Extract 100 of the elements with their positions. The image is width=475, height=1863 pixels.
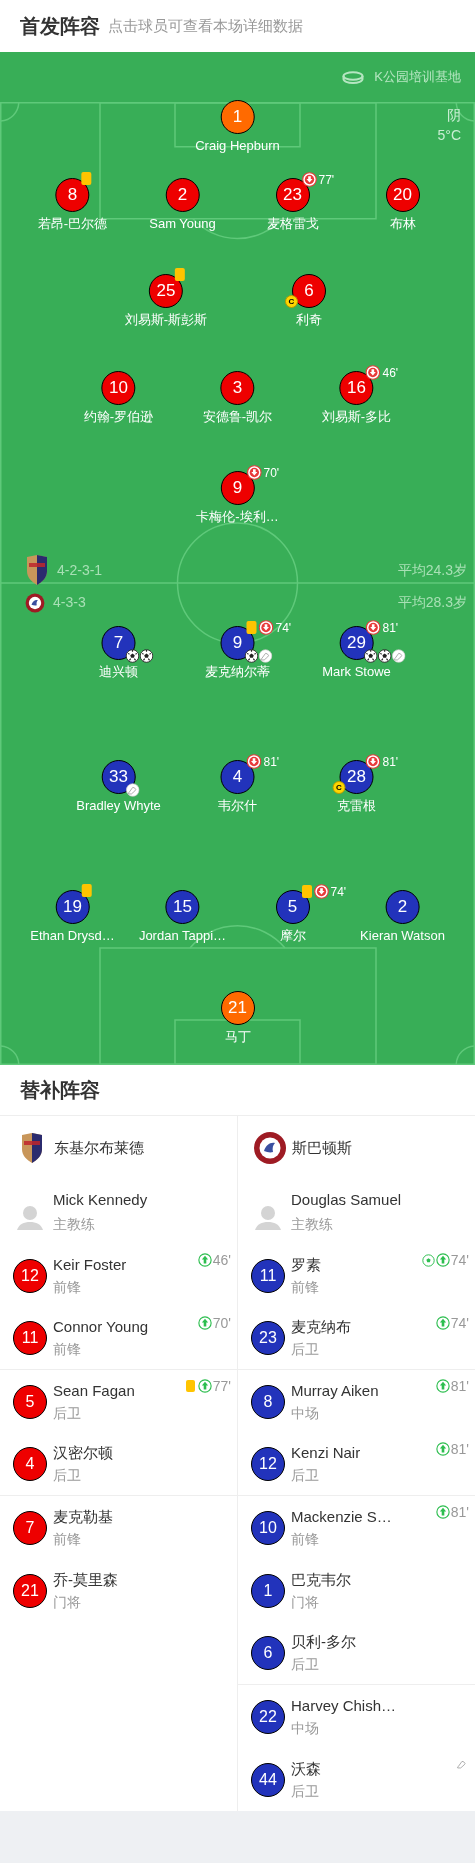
crest-icon xyxy=(253,1131,287,1165)
player-name[interactable]: Kenzi Nair xyxy=(291,1443,361,1463)
captain-badge: C xyxy=(285,295,298,308)
player-name[interactable]: Sean Fagan xyxy=(53,1380,135,1401)
player-name[interactable]: 约翰-罗伯逊 xyxy=(83,409,154,425)
player-position: 后卫 xyxy=(291,1466,320,1485)
player-name[interactable]: 利奇 xyxy=(296,312,322,328)
player-name[interactable]: Mark Stowe xyxy=(322,664,391,680)
player-name[interactable]: 若昂-巴尔德 xyxy=(37,216,108,232)
substitution-in-icon xyxy=(435,1379,450,1393)
player-number[interactable]: 44 xyxy=(251,1762,285,1797)
substitution-minute: 81' xyxy=(450,1505,469,1519)
substitution-minute: 77' xyxy=(212,1379,231,1393)
player-number[interactable]: 1 xyxy=(220,100,255,134)
player-number[interactable]: 7 xyxy=(13,1510,47,1545)
player-position: 门将 xyxy=(53,1592,82,1612)
player-name[interactable]: Ethan Drysd… xyxy=(30,928,115,944)
substitution-out-icon xyxy=(365,365,381,380)
player-number[interactable]: 7 xyxy=(101,626,136,660)
player-number[interactable]: 6 xyxy=(251,1636,285,1670)
player-name[interactable]: Keir Foster xyxy=(53,1254,127,1275)
player-name[interactable]: 安德鲁-凯尔 xyxy=(202,409,273,425)
player-number[interactable]: 5 xyxy=(275,890,310,924)
crest-icon xyxy=(25,592,45,613)
player-name[interactable]: Mackenzie S… xyxy=(291,1506,392,1527)
substitution-minute: 81' xyxy=(382,621,399,634)
player-number[interactable]: 16 xyxy=(339,371,374,405)
player-name[interactable]: 迪兴顿 xyxy=(99,664,138,680)
player-name[interactable]: 刘易斯-斯彭斯 xyxy=(124,312,208,328)
player-number[interactable]: 21 xyxy=(13,1573,47,1608)
player-number[interactable]: 3 xyxy=(220,371,255,405)
player-name[interactable]: Kieran Watson xyxy=(360,928,445,944)
player-number[interactable]: 23 xyxy=(251,1321,285,1355)
substitution-out-icon xyxy=(246,754,262,769)
section-title: 首发阵容 xyxy=(20,14,100,39)
coach-role: 主教练 xyxy=(53,1215,96,1234)
player-number[interactable]: 23 xyxy=(275,178,310,212)
substitution-in-icon xyxy=(435,1505,450,1519)
player-number[interactable]: 5 xyxy=(13,1384,47,1419)
coach-name[interactable]: Mick Kennedy xyxy=(53,1190,148,1210)
player-position: 后卫 xyxy=(291,1781,320,1801)
player-position: 中场 xyxy=(291,1718,320,1738)
player-name[interactable]: 卡梅伦-埃利… xyxy=(196,509,279,525)
player-number[interactable]: 2 xyxy=(385,890,420,924)
player-name[interactable]: 巴克韦尔 xyxy=(291,1569,351,1590)
player-number[interactable]: 25 xyxy=(149,274,183,308)
player-number[interactable]: 12 xyxy=(251,1447,285,1481)
player-name[interactable]: 克雷根 xyxy=(337,798,376,814)
boot-icon xyxy=(125,783,140,797)
player-name[interactable]: 贝利-多尔 xyxy=(291,1632,356,1652)
player-number[interactable]: 4 xyxy=(13,1447,47,1481)
boot-icon xyxy=(258,649,273,663)
section-title: 替补阵容 xyxy=(20,1078,100,1103)
substitution-in-icon xyxy=(435,1442,450,1456)
player-name[interactable]: 乔-莫里森 xyxy=(53,1569,118,1590)
player-number[interactable]: 1 xyxy=(251,1573,285,1608)
player-name[interactable]: 麦克纳布 xyxy=(291,1317,351,1337)
coach-name[interactable]: Douglas Samuel xyxy=(291,1190,402,1210)
player-number[interactable]: 12 xyxy=(13,1258,47,1293)
player-name[interactable]: 马丁 xyxy=(224,1029,251,1045)
player-number[interactable]: 9 xyxy=(220,471,255,505)
player-name[interactable]: 汉密尔顿 xyxy=(53,1443,113,1463)
player-name[interactable]: Sam Young xyxy=(149,216,216,232)
player-position: 前锋 xyxy=(53,1277,82,1297)
player-number[interactable]: 19 xyxy=(55,890,90,924)
player-number[interactable]: 8 xyxy=(251,1384,285,1419)
player-name[interactable]: Jordan Tappi… xyxy=(138,928,227,944)
player-name[interactable]: Bradley Whyte xyxy=(76,798,161,814)
player-name[interactable]: 布林 xyxy=(389,216,416,232)
substitution-minute: 74' xyxy=(330,885,347,898)
player-name[interactable]: Murray Aiken xyxy=(291,1380,379,1401)
player-name[interactable]: 罗素 xyxy=(291,1254,321,1275)
shield-icon xyxy=(20,1132,44,1164)
player-name[interactable]: 韦尔什 xyxy=(218,798,257,814)
shield-icon xyxy=(25,554,49,586)
player-name[interactable]: Harvey Chish… xyxy=(291,1695,397,1716)
player-number[interactable]: 33 xyxy=(101,760,136,794)
player-name[interactable]: 麦格雷戈 xyxy=(266,216,319,232)
player-name[interactable]: 沃森 xyxy=(291,1758,321,1779)
substitution-minute: 70' xyxy=(263,466,280,479)
player-position: 前锋 xyxy=(291,1529,320,1549)
player-name[interactable]: Craig Hepburn xyxy=(195,138,280,154)
player-number[interactable]: 10 xyxy=(101,371,136,405)
player-name[interactable]: 麦克勒基 xyxy=(53,1506,113,1527)
player-number[interactable]: 2 xyxy=(165,178,200,212)
player-name[interactable]: 麦克纳尔蒂 xyxy=(205,664,270,680)
player-number[interactable]: 20 xyxy=(385,178,420,212)
player-name[interactable]: 刘易斯-多比 xyxy=(321,409,392,425)
player-number[interactable]: 15 xyxy=(165,890,200,924)
player-number[interactable]: 11 xyxy=(251,1258,285,1293)
player-number[interactable]: 22 xyxy=(251,1699,285,1734)
player-name[interactable]: Connor Young xyxy=(53,1317,149,1337)
player-number[interactable]: 8 xyxy=(55,178,90,212)
player-name[interactable]: 摩尔 xyxy=(279,928,306,944)
player-number[interactable]: 4 xyxy=(220,760,255,794)
player-number[interactable]: 21 xyxy=(220,991,255,1025)
substitution-out-icon xyxy=(246,465,262,480)
player-number[interactable]: 10 xyxy=(251,1510,285,1545)
player-position: 后卫 xyxy=(291,1340,320,1359)
player-number[interactable]: 11 xyxy=(13,1321,47,1355)
